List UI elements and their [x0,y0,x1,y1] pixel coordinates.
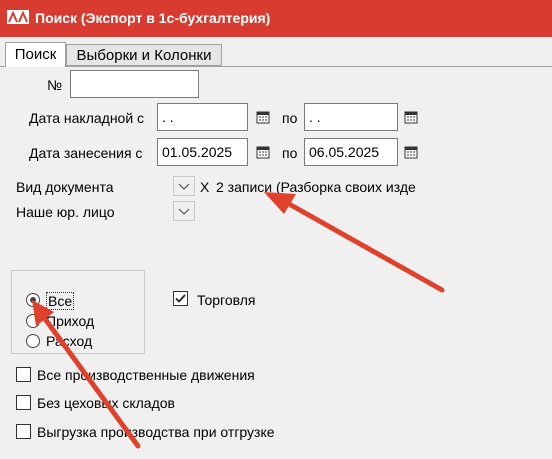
trade-label[interactable]: Торговля [197,292,255,308]
radio-all-label[interactable]: Все [46,292,75,310]
number-input[interactable] [70,70,199,98]
radio-incoming-label[interactable]: Приход [46,313,94,329]
all-moves-checkbox[interactable] [16,367,31,382]
radio-outgoing-label[interactable]: Расход [46,333,92,349]
doc-type-clear-button[interactable]: X [200,179,209,195]
export-production-label[interactable]: Выгрузка производства при отгрузке [37,424,275,440]
trade-checkbox[interactable] [173,291,188,306]
radio-all[interactable] [26,293,40,307]
invoice-date-label: Дата накладной с [29,110,145,126]
radio-incoming[interactable] [26,314,40,328]
calendar-icon[interactable] [256,110,270,124]
no-workshop-checkbox[interactable] [16,395,31,410]
invoice-date-to-label: по [282,110,298,126]
entry-date-to-label: по [282,145,298,161]
radio-outgoing[interactable] [26,334,40,348]
doc-type-label: Вид документа [16,179,114,195]
entry-date-to-input[interactable]: 06.05.2025 [304,138,398,166]
title-bar: Поиск (Экспорт в 1с-бухгалтерия) [0,0,552,37]
number-label: № [47,77,63,93]
invoice-date-to-input[interactable]: . . [304,103,398,131]
export-production-checkbox[interactable] [16,424,31,439]
all-moves-label[interactable]: Все производственные движения [37,367,255,383]
tab-selections-columns[interactable]: Выборки и Колонки [66,44,222,66]
tab-search[interactable]: Поиск [5,42,66,67]
entry-date-from-input[interactable]: 01.05.2025 [157,138,248,166]
entry-date-label: Дата занесения с [29,145,143,161]
chevron-down-icon[interactable] [173,201,195,221]
calendar-icon[interactable] [404,145,418,159]
legal-entity-label: Наше юр. лицо [16,204,115,220]
invoice-date-from-input[interactable]: . . [157,103,248,131]
doc-type-value: 2 записи (Разборка своих изде [216,179,416,195]
chevron-down-icon[interactable] [173,176,195,196]
app-logo-icon [7,10,29,24]
no-workshop-label[interactable]: Без цеховых складов [37,395,175,411]
checkmark-icon [175,294,186,303]
calendar-icon[interactable] [404,110,418,124]
calendar-icon[interactable] [256,145,270,159]
window-title: Поиск (Экспорт в 1с-бухгалтерия) [35,10,271,26]
